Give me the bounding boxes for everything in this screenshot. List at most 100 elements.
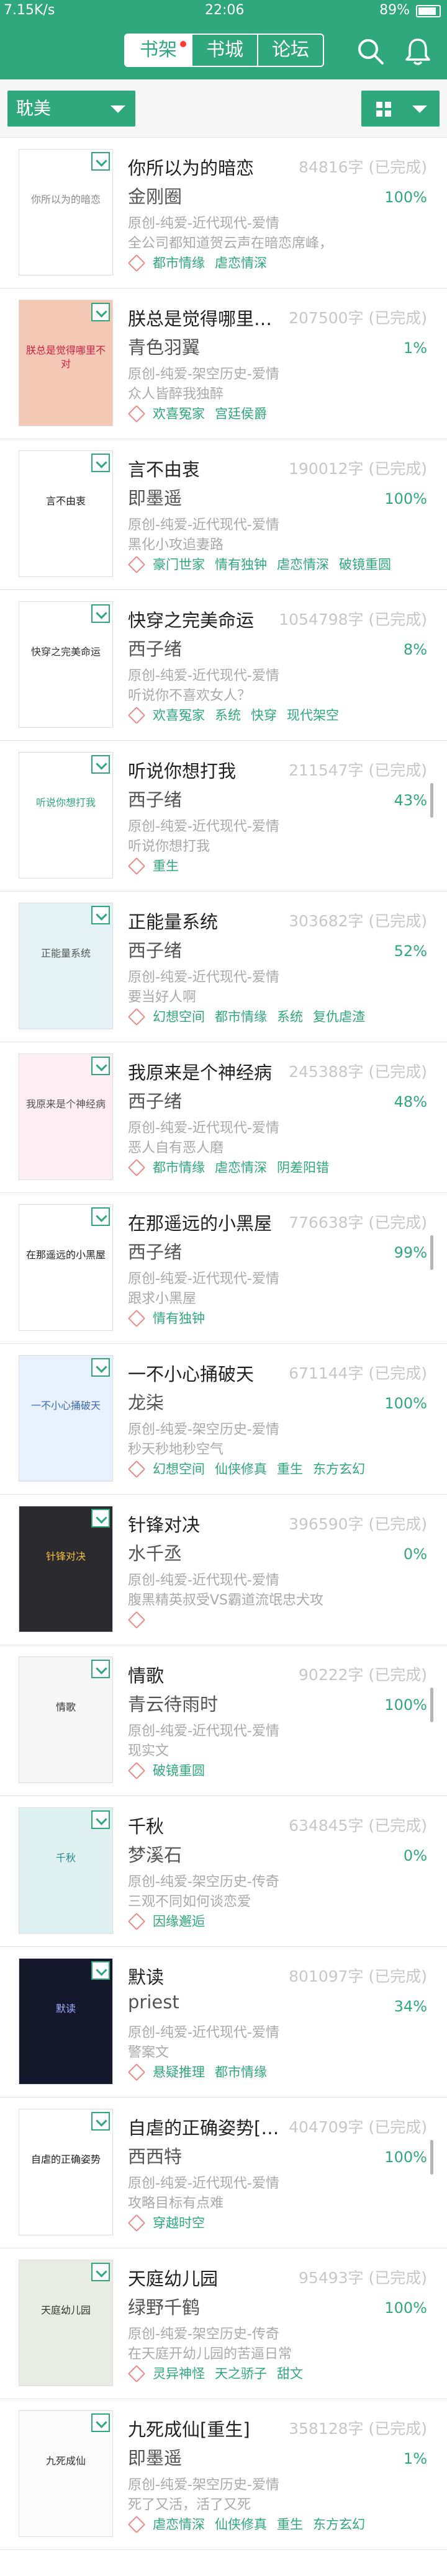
book-tag[interactable]: 系统	[215, 705, 241, 724]
book-row[interactable]: 九死成仙 九死成仙[重生] 358128字 (已完成) 即墨遥 1% 原创-纯爱…	[0, 2399, 447, 2550]
download-icon[interactable]	[91, 1961, 110, 1980]
book-cover[interactable]: 快穿之完美命运	[19, 601, 113, 728]
book-cover[interactable]: 针锋对决	[19, 1506, 113, 1632]
book-title: 九死成仙[重生]	[128, 2419, 250, 2440]
book-cover[interactable]: 情歌	[19, 1657, 113, 1783]
book-tag[interactable]: 阴差阳错	[277, 1158, 329, 1176]
tag-icon	[128, 557, 144, 571]
book-row[interactable]: 我原来是个神经病 我原来是个神经病 245388字 (已完成) 西子绪 48% …	[0, 1042, 447, 1193]
book-tag[interactable]: 东方玄幻	[313, 1459, 365, 1478]
book-tag[interactable]: 系统	[277, 1007, 303, 1026]
book-tag[interactable]: 宫廷侯爵	[215, 404, 267, 423]
book-tag[interactable]: 都市情缘	[153, 1158, 205, 1176]
book-cover[interactable]: 正能量系统	[19, 903, 113, 1029]
book-cover[interactable]: 我原来是个神经病	[19, 1053, 113, 1180]
book-author: 梦溪石	[128, 1845, 183, 1866]
book-tag[interactable]: 重生	[277, 2515, 303, 2533]
download-icon[interactable]	[91, 604, 110, 623]
download-icon[interactable]	[91, 303, 110, 321]
view-mode-button[interactable]	[361, 91, 440, 127]
book-tag[interactable]: 欢喜冤家	[153, 705, 205, 724]
download-icon[interactable]	[91, 152, 110, 171]
download-icon[interactable]	[91, 1660, 110, 1678]
book-tag[interactable]: 重生	[277, 1459, 303, 1478]
book-intro: 死了又活，活了又死	[128, 2497, 251, 2513]
book-tag[interactable]: 欢喜冤家	[153, 404, 205, 423]
download-icon[interactable]	[91, 1509, 110, 1527]
download-icon[interactable]	[91, 2413, 110, 2432]
book-tag[interactable]: 快穿	[251, 705, 277, 724]
book-tag[interactable]: 现代架空	[287, 705, 339, 724]
book-tag[interactable]: 灵异神怪	[153, 2364, 205, 2382]
book-cover[interactable]: 听说你想打我	[19, 752, 113, 879]
download-icon[interactable]	[91, 2112, 110, 2131]
book-cover[interactable]: 一不小心捅破天	[19, 1355, 113, 1482]
book-tag[interactable]: 都市情缘	[153, 253, 205, 272]
book-cover[interactable]: 默读	[19, 1958, 113, 2085]
book-row[interactable]: 针锋对决 针锋对决 396590字 (已完成) 水千丞 0% 原创-纯爱-近代现…	[0, 1495, 447, 1645]
book-tag[interactable]: 复仇虐渣	[313, 1007, 365, 1026]
tab-bookstore[interactable]: 书城	[191, 35, 257, 66]
book-tag[interactable]: 幻想空间	[153, 1007, 205, 1026]
book-row[interactable]: 你所以为的暗恋 你所以为的暗恋 84816字 (已完成) 金刚圈 100% 原创…	[0, 138, 447, 288]
book-tag[interactable]: 都市情缘	[215, 2062, 267, 2081]
book-tag[interactable]: 因缘邂逅	[153, 1912, 205, 1930]
book-tag[interactable]: 仙侠修真	[215, 1459, 267, 1478]
download-icon[interactable]	[91, 906, 110, 924]
book-row[interactable]: 正能量系统 正能量系统 303682字 (已完成) 西子绪 52% 原创-纯爱-…	[0, 892, 447, 1042]
book-row[interactable]: 默读 默读 801097字 (已完成) priest 34% 原创-纯爱-近代现…	[0, 1947, 447, 2098]
book-cover[interactable]: 千秋	[19, 1807, 113, 1934]
category-dropdown[interactable]: 耽美	[7, 91, 135, 127]
download-icon[interactable]	[91, 1057, 110, 1075]
book-author: 西子绪	[128, 638, 183, 660]
book-tag[interactable]: 破镜重圆	[339, 555, 391, 573]
download-icon[interactable]	[91, 2263, 110, 2281]
book-tag[interactable]: 幻想空间	[153, 1459, 205, 1478]
book-cover[interactable]: 天庭幼儿园	[19, 2260, 113, 2386]
book-cover[interactable]: 你所以为的暗恋	[19, 149, 113, 275]
book-cover[interactable]: 自虐的正确姿势	[19, 2109, 113, 2235]
book-row[interactable]: 听说你想打我 听说你想打我 211547字 (已完成) 西子绪 43% 原创-纯…	[0, 741, 447, 892]
tab-bookshelf[interactable]: 书架	[125, 35, 191, 66]
book-tag[interactable]: 破镜重圆	[153, 1761, 205, 1779]
book-tag[interactable]: 重生	[153, 856, 179, 875]
book-tag[interactable]: 天之骄子	[215, 2364, 267, 2382]
search-icon[interactable]	[355, 36, 386, 67]
book-row[interactable]: 朕总是觉得哪里不对 朕总是觉得哪里… 207500字 (已完成) 青色羽翼 1%…	[0, 288, 447, 439]
book-cover[interactable]: 在那遥远的小黑屋	[19, 1204, 113, 1331]
book-row[interactable]: 言不由衷 言不由衷 190012字 (已完成) 即墨遥 100% 原创-纯爱-近…	[0, 439, 447, 590]
book-tag[interactable]: 甜文	[277, 2364, 303, 2382]
book-tag[interactable]: 虐恋情深	[215, 1158, 267, 1176]
book-tag[interactable]: 虐恋情深	[215, 253, 267, 272]
book-intro: 秒天秒地秒空气	[128, 1442, 224, 1457]
book-tag[interactable]: 情有独钟	[215, 555, 267, 573]
book-tag[interactable]: 虐恋情深	[277, 555, 329, 573]
book-cover[interactable]: 朕总是觉得哪里不对	[19, 300, 113, 426]
book-row[interactable]: 在那遥远的小黑屋 在那遥远的小黑屋 776638字 (已完成) 西子绪 99% …	[0, 1193, 447, 1344]
download-icon[interactable]	[91, 1207, 110, 1226]
book-cover[interactable]: 九死成仙	[19, 2410, 113, 2537]
book-tag[interactable]: 穿越时空	[153, 2213, 205, 2232]
tab-forum[interactable]: 论坛	[257, 35, 323, 66]
notification-bell-icon[interactable]	[402, 36, 433, 67]
download-icon[interactable]	[91, 1810, 110, 1829]
download-icon[interactable]	[91, 454, 110, 472]
book-cover[interactable]: 言不由衷	[19, 450, 113, 577]
download-icon[interactable]	[91, 755, 110, 774]
book-row[interactable]: 情歌 情歌 90222字 (已完成) 青云待雨时 100% 原创-纯爱-近代现代…	[0, 1645, 447, 1796]
book-tag[interactable]: 豪门世家	[153, 555, 205, 573]
book-tag[interactable]: 都市情缘	[215, 1007, 267, 1026]
book-tag[interactable]: 悬疑推理	[153, 2062, 205, 2081]
book-row[interactable]: 一不小心捅破天 一不小心捅破天 671144字 (已完成) 龙柒 100% 原创…	[0, 1344, 447, 1495]
book-intro: 三观不同如何谈恋爱	[128, 1894, 251, 1910]
book-title: 我原来是个神经病	[128, 1062, 273, 1083]
book-row[interactable]: 自虐的正确姿势 自虐的正确姿势[… 404709字 (已完成) 西西特 100%…	[0, 2098, 447, 2248]
download-icon[interactable]	[91, 1358, 110, 1377]
book-row[interactable]: 快穿之完美命运 快穿之完美命运 1054798字 (已完成) 西子绪 8% 原创…	[0, 590, 447, 741]
book-tag[interactable]: 仙侠修真	[215, 2515, 267, 2533]
book-tag[interactable]: 情有独钟	[153, 1308, 205, 1327]
book-row[interactable]: 千秋 千秋 634845字 (已完成) 梦溪石 0% 原创-纯爱-架空历史-传奇…	[0, 1796, 447, 1947]
book-row[interactable]: 天庭幼儿园 天庭幼儿园 95493字 (已完成) 绿野千鹤 100% 原创-纯爱…	[0, 2248, 447, 2399]
book-tag[interactable]: 虐恋情深	[153, 2515, 205, 2533]
book-tag[interactable]: 东方玄幻	[313, 2515, 365, 2533]
